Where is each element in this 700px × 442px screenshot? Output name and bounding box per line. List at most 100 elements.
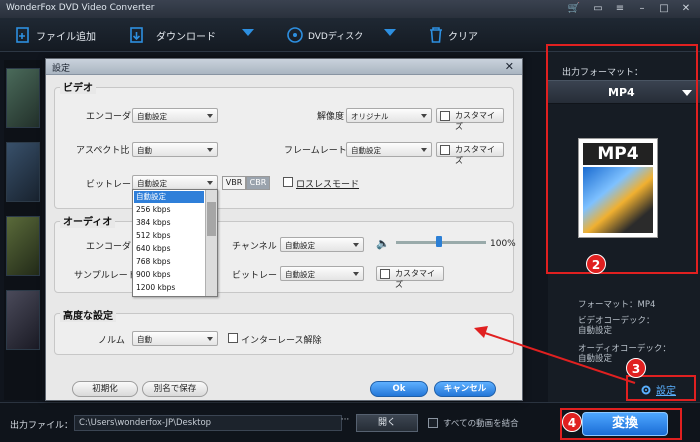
resolution-select[interactable]: オリジナル <box>346 108 432 123</box>
edit-icon <box>380 269 390 279</box>
video-bitrate-dropdown: 自動設定 256 kbps 384 kbps 512 kbps 640 kbps… <box>132 189 218 297</box>
dropdown-scrollbar[interactable] <box>205 190 217 296</box>
bitrate-option[interactable]: 900 kbps <box>134 269 204 281</box>
merge-label: すべての動画を結合 <box>443 419 519 429</box>
chat-icon[interactable]: ▭ <box>590 2 606 15</box>
video-thumbnail[interactable] <box>6 216 40 276</box>
video-list-panel <box>4 60 42 400</box>
browse-button[interactable]: ··· <box>338 415 352 431</box>
audio-section-title: オーディオ <box>60 213 116 228</box>
cbr-toggle[interactable]: CBR <box>246 176 270 190</box>
chevron-down-icon <box>353 243 359 247</box>
scrollbar-thumb[interactable] <box>207 202 216 236</box>
bitrate-option[interactable]: 768 kbps <box>134 256 204 268</box>
aspect-ratio-label: アスペクト比 <box>76 146 130 156</box>
output-file-label: 出力ファイル： <box>10 421 74 431</box>
bitrate-option[interactable]: 1200 kbps <box>134 282 204 294</box>
download-dropdown-icon[interactable] <box>242 29 254 36</box>
bitrate-option[interactable]: 256 kbps <box>134 204 204 216</box>
volume-value: 100% <box>490 239 516 249</box>
reset-button[interactable]: 初期化 <box>72 381 138 397</box>
norm-label: ノルム <box>98 336 125 346</box>
lossless-checkbox[interactable] <box>283 177 293 187</box>
download-button[interactable]: ダウンロード <box>128 23 216 47</box>
dialog-title-bar: 設定 ✕ <box>46 59 522 75</box>
ok-button[interactable]: Ok <box>370 381 428 397</box>
framerate-label: フレームレート <box>284 146 347 156</box>
video-encoder-select[interactable]: 自動設定 <box>132 108 218 123</box>
download-label: ダウンロード <box>156 31 216 43</box>
merge-checkbox[interactable] <box>428 418 438 428</box>
settings-dialog: 設定 ✕ ビデオ エンコーダ 自動設定 解像度 オリジナル カスタマイズ アスペ… <box>45 58 523 401</box>
output-path-field[interactable]: C:\Users\wonderfox-JP\Desktop <box>74 415 342 431</box>
bitrate-option[interactable]: 512 kbps <box>134 230 204 242</box>
dialog-title: 設定 <box>52 64 71 74</box>
video-bitrate-select[interactable]: 自動設定 <box>132 175 218 190</box>
advanced-section-title: 高度な設定 <box>60 307 116 322</box>
menu-icon[interactable]: ≡ <box>612 2 628 15</box>
framerate-select[interactable]: 自動設定 <box>346 142 432 157</box>
aspect-ratio-select[interactable]: 自動 <box>132 142 218 157</box>
channel-label: チャンネル <box>232 242 277 252</box>
annotation-number-4: 4 <box>562 412 582 432</box>
chevron-down-icon <box>421 114 427 118</box>
annotation-box-format <box>546 44 698 274</box>
video-bitrate-value: 自動設定 <box>137 179 167 188</box>
video-thumbnail[interactable] <box>6 68 40 128</box>
maximize-icon[interactable]: □ <box>656 2 672 15</box>
bitrate-option[interactable]: 自動設定 <box>134 191 204 203</box>
chevron-down-icon <box>353 272 359 276</box>
audio-encoder-label: エンコーダ <box>86 242 132 252</box>
resolution-value: オリジナル <box>351 112 389 121</box>
channel-select[interactable]: 自動設定 <box>280 237 364 252</box>
volume-slider-handle[interactable] <box>436 236 442 247</box>
dvd-disc-button[interactable]: DVDディスク <box>286 23 363 47</box>
chevron-down-icon <box>207 148 213 152</box>
clear-label: クリア <box>448 31 478 43</box>
deinterlace-label: インターレース解除 <box>241 336 322 346</box>
bitrate-option[interactable]: 384 kbps <box>134 217 204 229</box>
chevron-down-icon <box>207 181 213 185</box>
format-info: フォーマット：MP4 <box>578 300 656 310</box>
clear-button[interactable]: クリア <box>428 23 478 47</box>
dialog-close-icon[interactable]: ✕ <box>505 60 514 73</box>
add-files-label: ファイル追加 <box>36 31 96 43</box>
cart-icon[interactable]: 🛒 <box>566 2 582 15</box>
samplerate-label: サンプルレート <box>74 271 137 281</box>
download-icon <box>130 27 143 43</box>
merge-all-option[interactable]: すべての動画を結合 <box>428 417 519 429</box>
app-title-bar: WonderFox DVD Video Converter 🛒 ▭ ≡ – □ … <box>0 0 700 18</box>
video-customize-button[interactable]: カスタマイズ <box>436 108 504 131</box>
save-as-button[interactable]: 別名で保存 <box>142 381 208 397</box>
video-encoder-value: 自動設定 <box>137 112 167 121</box>
annotation-number-2: 2 <box>586 254 606 274</box>
add-file-icon <box>16 27 29 43</box>
add-files-button[interactable]: ファイル追加 <box>14 23 96 47</box>
minimize-icon[interactable]: – <box>634 2 650 15</box>
video-section-title: ビデオ <box>60 79 96 94</box>
resolution-label: 解像度 <box>317 112 345 122</box>
vbr-toggle[interactable]: VBR <box>222 176 246 190</box>
open-folder-button[interactable]: 開く <box>356 414 418 432</box>
video-thumbnail[interactable] <box>6 142 40 202</box>
video-thumbnail[interactable] <box>6 290 40 350</box>
deinterlace-checkbox[interactable] <box>228 333 238 343</box>
framerate-customize-button[interactable]: カスタマイズ <box>436 142 504 165</box>
chevron-down-icon <box>421 148 427 152</box>
audio-settings-group <box>54 221 514 293</box>
channel-value: 自動設定 <box>285 241 315 250</box>
aspect-ratio-value: 自動 <box>137 146 152 155</box>
framerate-value: 自動設定 <box>351 146 381 155</box>
dvd-dropdown-icon[interactable] <box>384 29 396 36</box>
norm-value: 自動 <box>137 335 152 344</box>
app-title: WonderFox DVD Video Converter <box>6 3 155 13</box>
bitrate-option[interactable]: 640 kbps <box>134 243 204 255</box>
edit-icon <box>440 111 450 121</box>
norm-select[interactable]: 自動 <box>132 331 218 346</box>
annotation-arrow <box>474 326 636 384</box>
disc-icon <box>287 27 303 43</box>
chevron-down-icon <box>207 114 213 118</box>
audio-bitrate-select[interactable]: 自動設定 <box>280 266 364 281</box>
audio-customize-button[interactable]: カスタマイズ <box>376 266 444 289</box>
close-icon[interactable]: ✕ <box>678 2 694 15</box>
